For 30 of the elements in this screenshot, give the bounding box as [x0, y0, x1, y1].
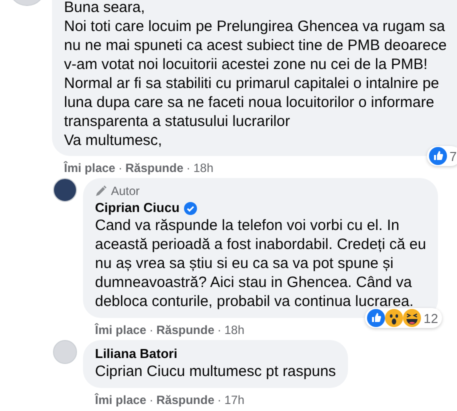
pen-icon [95, 185, 107, 197]
reply-link[interactable]: Răspunde [156, 322, 214, 336]
reaction-count: 12 [424, 310, 438, 326]
author-name[interactable]: Liliana Batori [95, 346, 178, 362]
reactions-badge[interactable]: 12 [364, 308, 442, 328]
comment-text: Ciprian Ciucu multumesc pt raspuns [95, 362, 336, 381]
separator-dot: · [149, 392, 154, 406]
like-link[interactable]: Îmi place [64, 160, 116, 174]
like-link[interactable]: Îmi place [95, 392, 146, 406]
laughing-emoji-icon [402, 309, 421, 327]
author-label: Autor [111, 184, 140, 198]
like-icon [428, 147, 446, 165]
reactions-badge[interactable]: 7 [426, 146, 457, 166]
like-icon [366, 309, 385, 327]
separator-dot: · [118, 160, 122, 174]
separator-dot: · [217, 392, 222, 406]
comment-time: 18h [224, 322, 244, 336]
separator-dot: · [149, 322, 154, 336]
author-name[interactable]: Ciprian Ciucu [95, 200, 180, 216]
reply-link[interactable]: Răspunde [156, 392, 214, 406]
comment-time: 18h [193, 160, 214, 174]
surprised-emoji-icon [384, 309, 403, 327]
comment-time: 17h [224, 392, 244, 406]
separator-dot: · [186, 160, 190, 174]
comment-text: Cand va răspunde la telefon voi vorbi cu el. In această perioadă a fost inabordabil. Credeți că eu nu aș vrea sa știu si eu ca sa va pot spune și dumneavoastră? Aici stau in Ghencea. Când va debloca conturile, probabil va continua lucrarea. [95, 216, 426, 311]
like-link[interactable]: Îmi place [95, 322, 146, 336]
reaction-count: 7 [450, 148, 457, 164]
reply-link[interactable]: Răspunde [125, 160, 184, 174]
separator-dot: · [217, 322, 222, 336]
avatar[interactable] [53, 178, 77, 202]
